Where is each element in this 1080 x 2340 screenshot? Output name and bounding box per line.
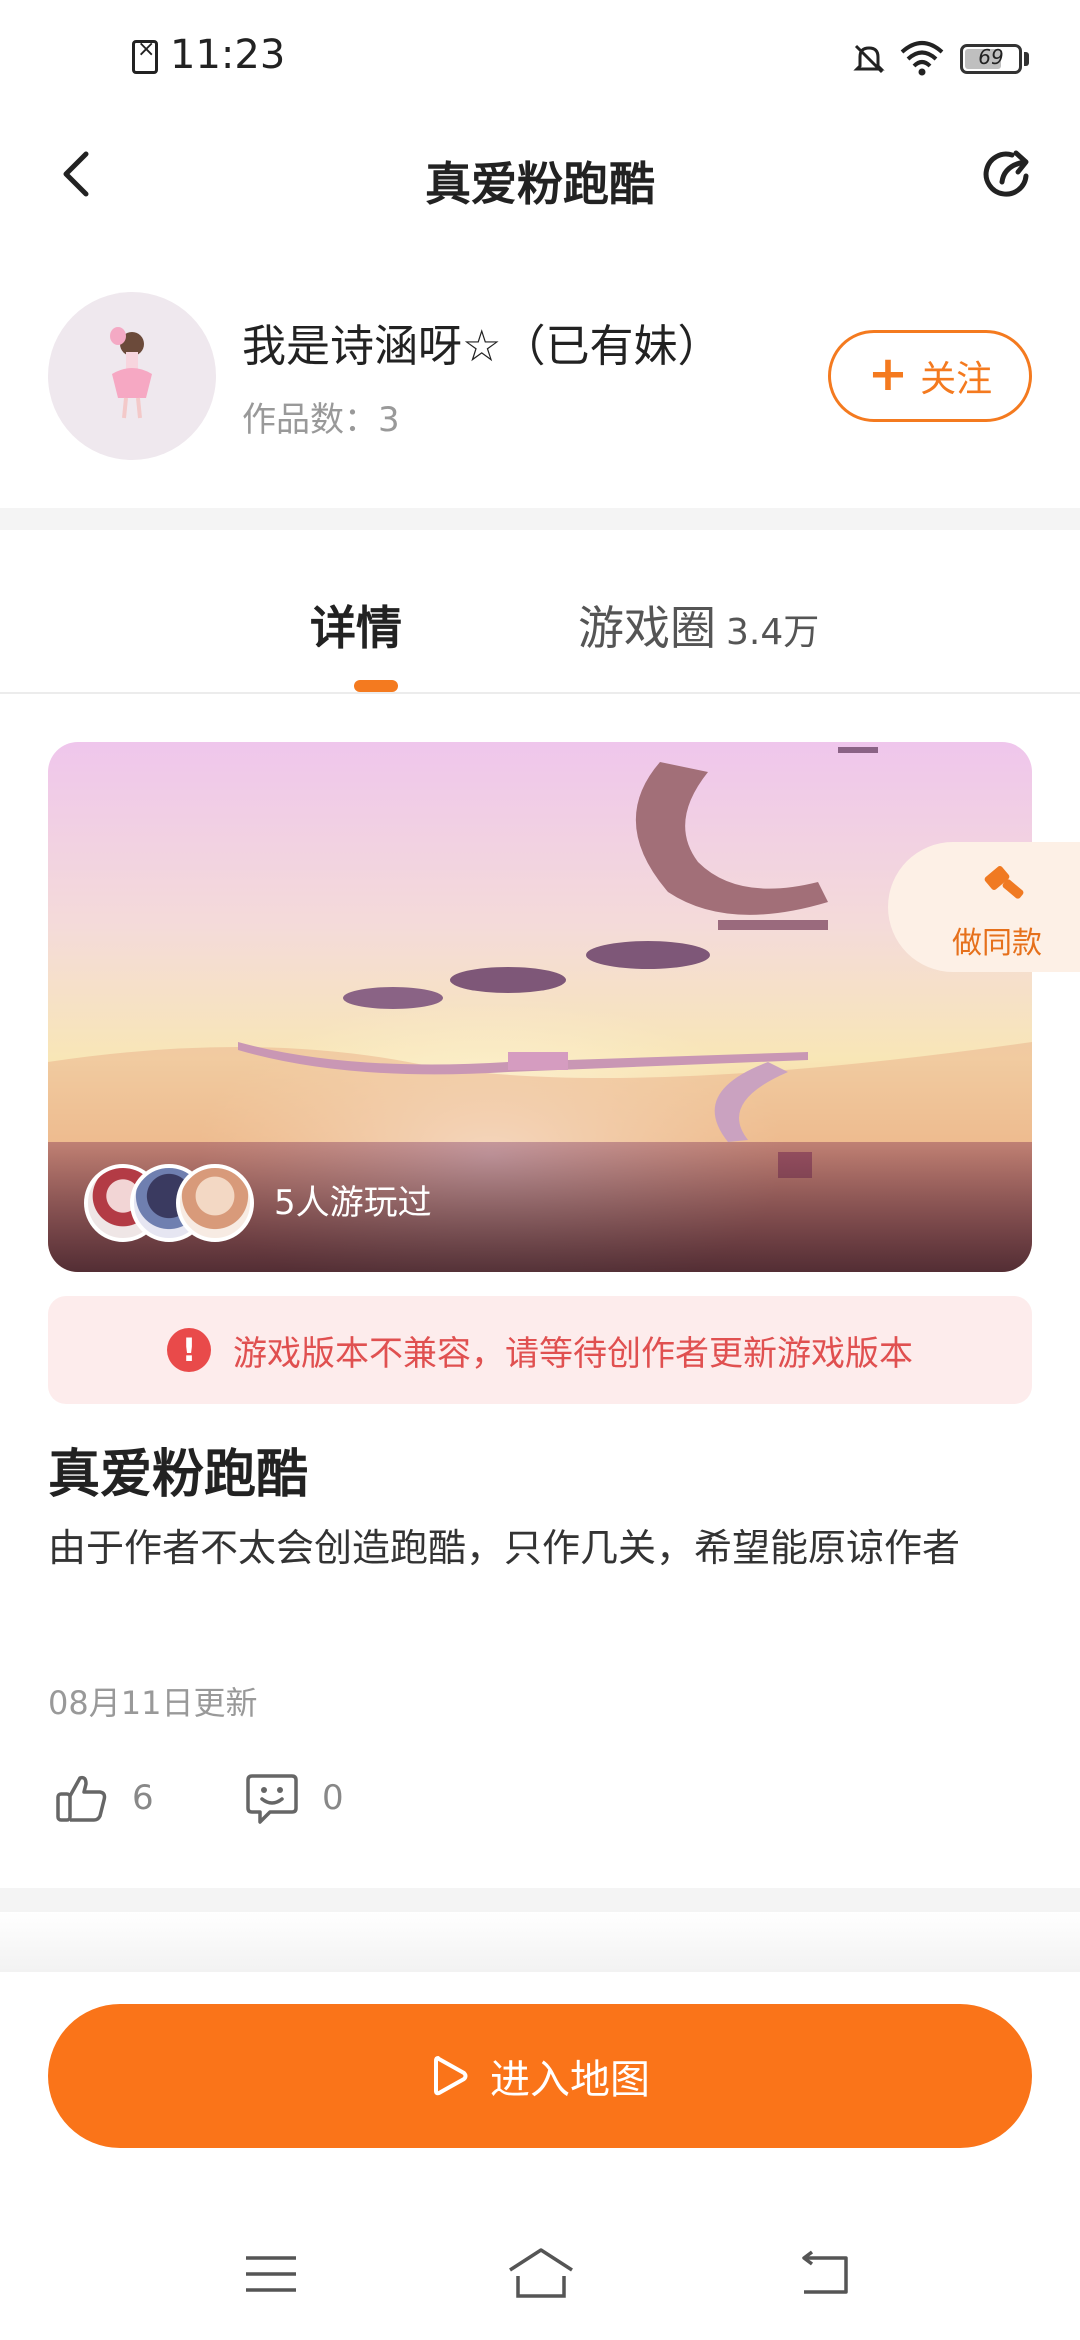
- tab-game-circle-count: 3.4万: [726, 612, 820, 653]
- make-same-label: 做同款: [952, 926, 1042, 961]
- play-icon: [434, 2056, 468, 2096]
- tab-indicator: [354, 680, 398, 692]
- follow-button[interactable]: + 关注: [828, 330, 1032, 422]
- comment-button[interactable]: 0: [244, 1770, 344, 1826]
- home-icon[interactable]: [506, 2246, 576, 2302]
- wifi-icon: [900, 41, 944, 76]
- player-avatars: [84, 1164, 264, 1244]
- section-divider: [0, 508, 1080, 530]
- comment-count: 0: [322, 1778, 344, 1818]
- enter-map-label: 进入地图: [490, 2057, 650, 2103]
- battery-icon: 69: [960, 44, 1022, 74]
- status-time: 11:23: [170, 32, 286, 78]
- compat-warning: ! 游戏版本不兼容，请等待创作者更新游戏版本: [48, 1296, 1032, 1404]
- share-icon[interactable]: [976, 142, 1040, 206]
- thumbs-up-icon: [56, 1775, 107, 1822]
- played-count: 5人游玩过: [274, 1183, 432, 1223]
- player-avatar: [176, 1164, 254, 1242]
- tab-game-circle-label: 游戏圈: [578, 601, 716, 655]
- back-nav-icon[interactable]: [796, 2250, 852, 2298]
- players-overlay: 5人游玩过: [48, 1142, 1032, 1272]
- tab-bar: 详情 游戏圈 3.4万: [0, 552, 1080, 694]
- status-bar: 11:23 69: [0, 0, 1080, 120]
- warning-text: 游戏版本不兼容，请等待创作者更新游戏版本: [233, 1333, 913, 1374]
- like-count: 6: [132, 1778, 154, 1818]
- no-sim-icon: [132, 37, 158, 74]
- like-button[interactable]: 6: [54, 1770, 154, 1826]
- system-nav-bar: [0, 2210, 1080, 2340]
- game-description: 由于作者不太会创造跑酷，只作几关，希望能原谅作者: [48, 1526, 961, 1570]
- plus-icon: +: [867, 346, 909, 402]
- make-same-button[interactable]: 做同款: [888, 842, 1080, 972]
- menu-icon[interactable]: [244, 2252, 298, 2296]
- hammer-icon: [984, 866, 1024, 899]
- game-title: 真爱粉跑酷: [48, 1445, 309, 1505]
- bell-off-icon: [853, 44, 885, 74]
- follow-label: 关注: [920, 359, 993, 400]
- tab-details[interactable]: 详情: [310, 592, 402, 658]
- tab-game-circle[interactable]: 游戏圈 3.4万: [578, 592, 819, 658]
- title-bar: 真爱粉跑酷: [0, 120, 1080, 260]
- alert-icon: !: [167, 1328, 211, 1372]
- game-cover[interactable]: 5人游玩过: [48, 742, 1032, 1272]
- author-section: 我是诗涵呀☆（已有妹） 作品数：3 + 关注: [0, 270, 1080, 510]
- update-time: 08月11日更新: [48, 1684, 258, 1722]
- comment-icon: [246, 1774, 298, 1824]
- section-divider: [0, 1888, 1080, 1972]
- avatar[interactable]: [48, 292, 216, 460]
- works-count: 作品数：3: [242, 400, 400, 440]
- page-title: 真爱粉跑酷: [425, 157, 655, 211]
- author-name[interactable]: 我是诗涵呀☆（已有妹）: [242, 310, 721, 374]
- enter-map-button[interactable]: 进入地图: [48, 2004, 1032, 2148]
